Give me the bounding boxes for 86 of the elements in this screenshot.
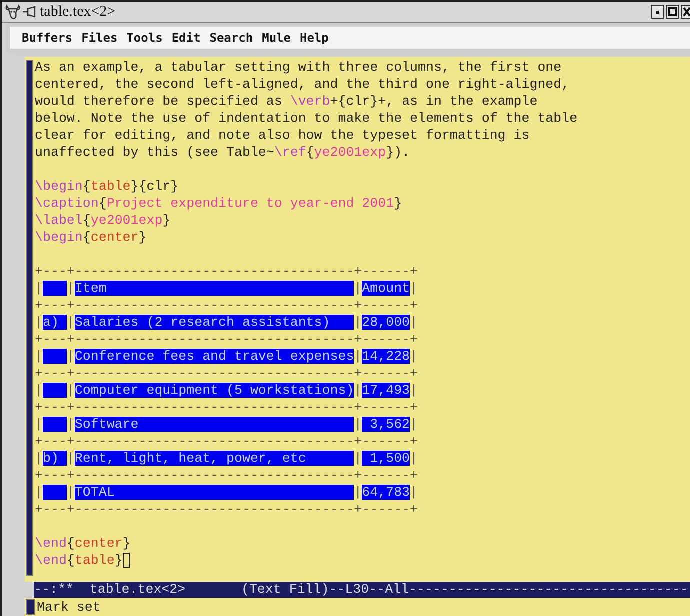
menu-item[interactable]: Help bbox=[300, 31, 329, 45]
column-separator: | bbox=[354, 485, 362, 500]
text-cursor bbox=[122, 553, 130, 568]
code-line: \label{ye2001exp} bbox=[35, 212, 172, 229]
table-cell: b) bbox=[42, 451, 67, 466]
table-cell: Computer equipment (5 workstations) bbox=[74, 383, 354, 398]
maximize-button[interactable] bbox=[666, 5, 679, 19]
scrollbar-thumb bbox=[26, 599, 35, 615]
pin-icon[interactable] bbox=[23, 6, 37, 18]
code-line: \end{center} bbox=[35, 535, 132, 552]
table-rule: +---+-----------------------------------+------+ bbox=[35, 331, 420, 348]
minimize-button[interactable] bbox=[651, 5, 664, 19]
gnu-head-icon bbox=[4, 3, 22, 21]
column-separator: | bbox=[66, 281, 75, 296]
table-cell: Conference fees and travel expenses bbox=[74, 349, 354, 364]
column-separator: | bbox=[35, 451, 43, 466]
table-cell bbox=[42, 485, 67, 500]
table-cell: 64,783 bbox=[362, 485, 410, 500]
code-line: \begin{table}{clr} bbox=[35, 178, 180, 195]
table-cell: a) bbox=[42, 315, 67, 330]
table-cell: Software bbox=[74, 417, 354, 432]
table-rule: +---+-----------------------------------+------+ bbox=[35, 297, 420, 314]
column-separator: | bbox=[66, 383, 75, 398]
code-line: clear for editing, and note also how the typeset formatting is bbox=[35, 127, 531, 144]
column-separator: | bbox=[410, 485, 418, 500]
column-separator: | bbox=[354, 315, 362, 330]
column-separator: | bbox=[66, 417, 75, 432]
table-cell: Amount bbox=[362, 281, 410, 296]
column-separator: | bbox=[66, 349, 75, 364]
table-cell bbox=[42, 349, 67, 364]
table-cell: Salaries (2 research assistants) bbox=[74, 315, 354, 330]
column-separator: | bbox=[410, 417, 418, 432]
column-separator: | bbox=[66, 315, 75, 330]
column-separator: | bbox=[35, 383, 43, 398]
column-separator: | bbox=[354, 383, 362, 398]
column-separator: | bbox=[410, 451, 418, 466]
echo-area-message: Mark set bbox=[37, 600, 101, 614]
column-separator: | bbox=[410, 383, 418, 398]
table-rule: +---+-----------------------------------+------+ bbox=[35, 433, 420, 450]
menu-item[interactable]: Mule bbox=[262, 31, 291, 45]
code-line: As an example, a tabular setting with three columns, the first one bbox=[35, 59, 563, 76]
table-rule: +---+-----------------------------------+------+ bbox=[35, 263, 420, 280]
code-line: would therefore be specified as \verb+{clr}+, as in the example bbox=[35, 93, 539, 110]
column-separator: | bbox=[35, 315, 43, 330]
table-cell: 3,562 bbox=[362, 417, 410, 432]
column-separator: | bbox=[354, 349, 362, 364]
table-cell: 14,228 bbox=[362, 349, 410, 364]
column-separator: | bbox=[354, 417, 362, 432]
menu-item[interactable]: Files bbox=[82, 31, 118, 45]
column-separator: | bbox=[354, 281, 362, 296]
menu-item[interactable]: Edit bbox=[172, 31, 201, 45]
menu-item[interactable]: Search bbox=[210, 31, 254, 45]
column-separator: | bbox=[35, 417, 43, 432]
code-line: unaffected by this (see Table~\ref{ye2001exp}). bbox=[35, 144, 412, 161]
column-separator: | bbox=[35, 281, 43, 296]
table-cell bbox=[42, 281, 67, 296]
code-line: centered, the second left-aligned, and the third one right-aligned, bbox=[35, 76, 571, 93]
code-line: \end{table} bbox=[35, 552, 690, 569]
table-rule: +---+-----------------------------------+------+ bbox=[35, 467, 420, 484]
table-cell: TOTAL bbox=[74, 485, 354, 500]
table-cell: Rent, light, heat, power, etc bbox=[74, 451, 354, 466]
code-line: \begin{center} bbox=[35, 229, 148, 246]
code-line: \caption{Project expenditure to year-end 2001} bbox=[35, 195, 404, 212]
code-line: below. Note the use of indentation to make the elements of the table bbox=[35, 110, 579, 127]
column-separator: | bbox=[410, 349, 418, 364]
table-cell: 17,493 bbox=[362, 383, 410, 398]
table-cell: 1,500 bbox=[362, 451, 410, 466]
menu-item[interactable]: Buffers bbox=[22, 31, 73, 45]
column-separator: | bbox=[35, 349, 43, 364]
column-separator: | bbox=[35, 485, 43, 500]
table-cell bbox=[42, 383, 67, 398]
scrollbar-thumb[interactable] bbox=[26, 60, 33, 576]
table-rule: +---+-----------------------------------+------+ bbox=[35, 399, 420, 416]
column-separator: | bbox=[354, 451, 362, 466]
menu-item[interactable]: Tools bbox=[126, 31, 163, 45]
close-button[interactable] bbox=[681, 5, 690, 19]
column-separator: | bbox=[410, 281, 418, 296]
table-cell: Item bbox=[74, 281, 354, 296]
column-separator: | bbox=[66, 485, 75, 500]
table-rule: +---+-----------------------------------+------+ bbox=[35, 365, 420, 382]
window-title: table.tex<2> bbox=[40, 4, 117, 20]
table-cell: 28,000 bbox=[362, 315, 410, 330]
table-rule: +---+-----------------------------------+------+ bbox=[35, 501, 420, 518]
column-separator: | bbox=[66, 451, 75, 466]
table-cell bbox=[42, 417, 67, 432]
column-separator: | bbox=[410, 315, 418, 330]
